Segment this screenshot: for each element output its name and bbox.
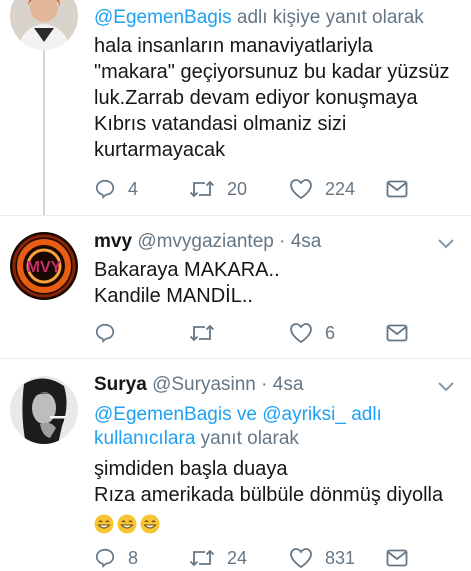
replying-to-cont: kullanıcılara yanıt olarak xyxy=(94,427,457,451)
tweet-text-line: Kıbrıs vatandasi olmaniz sizi xyxy=(94,113,347,135)
grin-emoji xyxy=(94,514,114,534)
replying-to: @EgemenBagis adlı kişiye yanıt olarak xyxy=(94,6,457,30)
caret-down-icon[interactable] xyxy=(437,238,455,250)
tweet-actions: 8 24 831 xyxy=(94,545,424,571)
retweet-button[interactable]: 20 xyxy=(189,176,247,202)
display-name[interactable]: Surya xyxy=(94,374,147,395)
like-count: 6 xyxy=(325,322,336,343)
retweet-button[interactable]: 24 xyxy=(189,545,247,571)
avatar[interactable]: MVY xyxy=(10,232,78,300)
retweet-icon xyxy=(189,180,215,198)
share-icon xyxy=(386,324,408,342)
tweet-header: mvy @mvygaziantep · 4sa xyxy=(94,230,457,254)
tweet-actions: 4 20 224 xyxy=(94,176,424,202)
tweet-text-line: luk.Zarrab devam ediyor konuşmaya xyxy=(94,87,418,109)
emoji-row xyxy=(94,510,457,536)
share-icon xyxy=(386,549,408,567)
replying-label: adlı xyxy=(345,404,382,425)
tweet-text-line: Bakaraya MAKARA.. xyxy=(94,259,280,281)
thread-line xyxy=(43,50,45,215)
mention-link[interactable]: @EgemenBagis xyxy=(94,7,232,28)
caret-down-icon[interactable] xyxy=(437,381,455,393)
grin-emoji xyxy=(117,514,137,534)
like-icon xyxy=(290,179,312,200)
share-button[interactable] xyxy=(386,320,420,346)
retweet-button[interactable] xyxy=(189,320,227,346)
tweet-text-line: kurtarmayacak xyxy=(94,139,226,161)
replying-label: adlı kişiye yanıt olarak xyxy=(231,7,424,28)
tweet-1[interactable]: @EgemenBagis adlı kişiye yanıt olarak ha… xyxy=(0,0,471,215)
like-button[interactable]: 6 xyxy=(289,320,335,346)
tweet-text-line: Rıza amerikada bülbüle dönmüş diyolla xyxy=(94,484,444,506)
avatar[interactable] xyxy=(10,0,78,50)
retweet-icon xyxy=(189,549,215,567)
timestamp[interactable]: · 4sa xyxy=(279,231,321,252)
reply-count: 4 xyxy=(128,178,139,199)
mention-link[interactable]: kullanıcılara xyxy=(94,428,195,449)
share-icon xyxy=(386,180,408,198)
reply-count: 8 xyxy=(128,547,139,568)
reply-icon xyxy=(95,548,115,568)
user-handle[interactable]: @Suryasinn xyxy=(152,374,256,395)
like-button[interactable]: 224 xyxy=(289,176,355,202)
user-handle[interactable]: @mvygaziantep xyxy=(137,231,274,252)
share-button[interactable] xyxy=(386,545,420,571)
mention-link[interactable]: @ayriksi_ xyxy=(262,404,346,425)
like-button[interactable]: 831 xyxy=(289,545,355,571)
like-count: 831 xyxy=(325,547,356,568)
like-count: 224 xyxy=(325,178,356,199)
retweet-count: 20 xyxy=(227,178,248,199)
tweet-text: Bakaraya MAKARA.. Kandile MANDİL.. xyxy=(94,257,457,309)
reply-button[interactable] xyxy=(94,320,128,346)
replying-to: @EgemenBagis ve @ayriksi_ adlı xyxy=(94,403,457,427)
tweet-actions: 6 xyxy=(94,320,424,346)
tweet-text-line: şimdiden başla duaya xyxy=(94,458,288,480)
grin-emoji xyxy=(140,514,160,534)
tweet-text-line: "makara" geçiyorsunuz bu kadar yüzsüz xyxy=(94,61,450,83)
share-button[interactable] xyxy=(386,176,420,202)
tweet-2[interactable]: MVY mvy @mvygaziantep · 4sa Bakaraya MAK… xyxy=(0,216,471,357)
replying-and-label: ve xyxy=(231,404,263,425)
reply-button[interactable]: 4 xyxy=(94,176,138,202)
tweet-text-line: hala insanların manaviyatlariyla xyxy=(94,35,374,57)
tweet-3[interactable]: Surya @Suryasinn · 4sa @EgemenBagis ve @… xyxy=(0,359,471,570)
tweet-header: Surya @Suryasinn · 4sa xyxy=(94,373,457,397)
timestamp[interactable]: · 4sa xyxy=(261,374,303,395)
mention-link[interactable]: @EgemenBagis xyxy=(94,404,232,425)
tweet-text-line: Kandile MANDİL.. xyxy=(94,285,253,307)
reply-button[interactable]: 8 xyxy=(94,545,138,571)
reply-icon xyxy=(95,179,115,199)
reply-icon xyxy=(95,323,115,343)
tweet-text: hala insanların manaviyatlariyla "makara… xyxy=(94,33,457,163)
tweet-text: şimdiden başla duaya Rıza amerikada bülb… xyxy=(94,456,457,536)
display-name[interactable]: mvy xyxy=(94,231,132,252)
retweet-count: 24 xyxy=(227,547,248,568)
svg-text:MVY: MVY xyxy=(27,259,62,276)
replying-label: yanıt olarak xyxy=(195,428,299,449)
retweet-icon xyxy=(189,324,215,342)
like-icon xyxy=(290,323,312,344)
avatar[interactable] xyxy=(10,376,78,444)
like-icon xyxy=(290,548,312,569)
